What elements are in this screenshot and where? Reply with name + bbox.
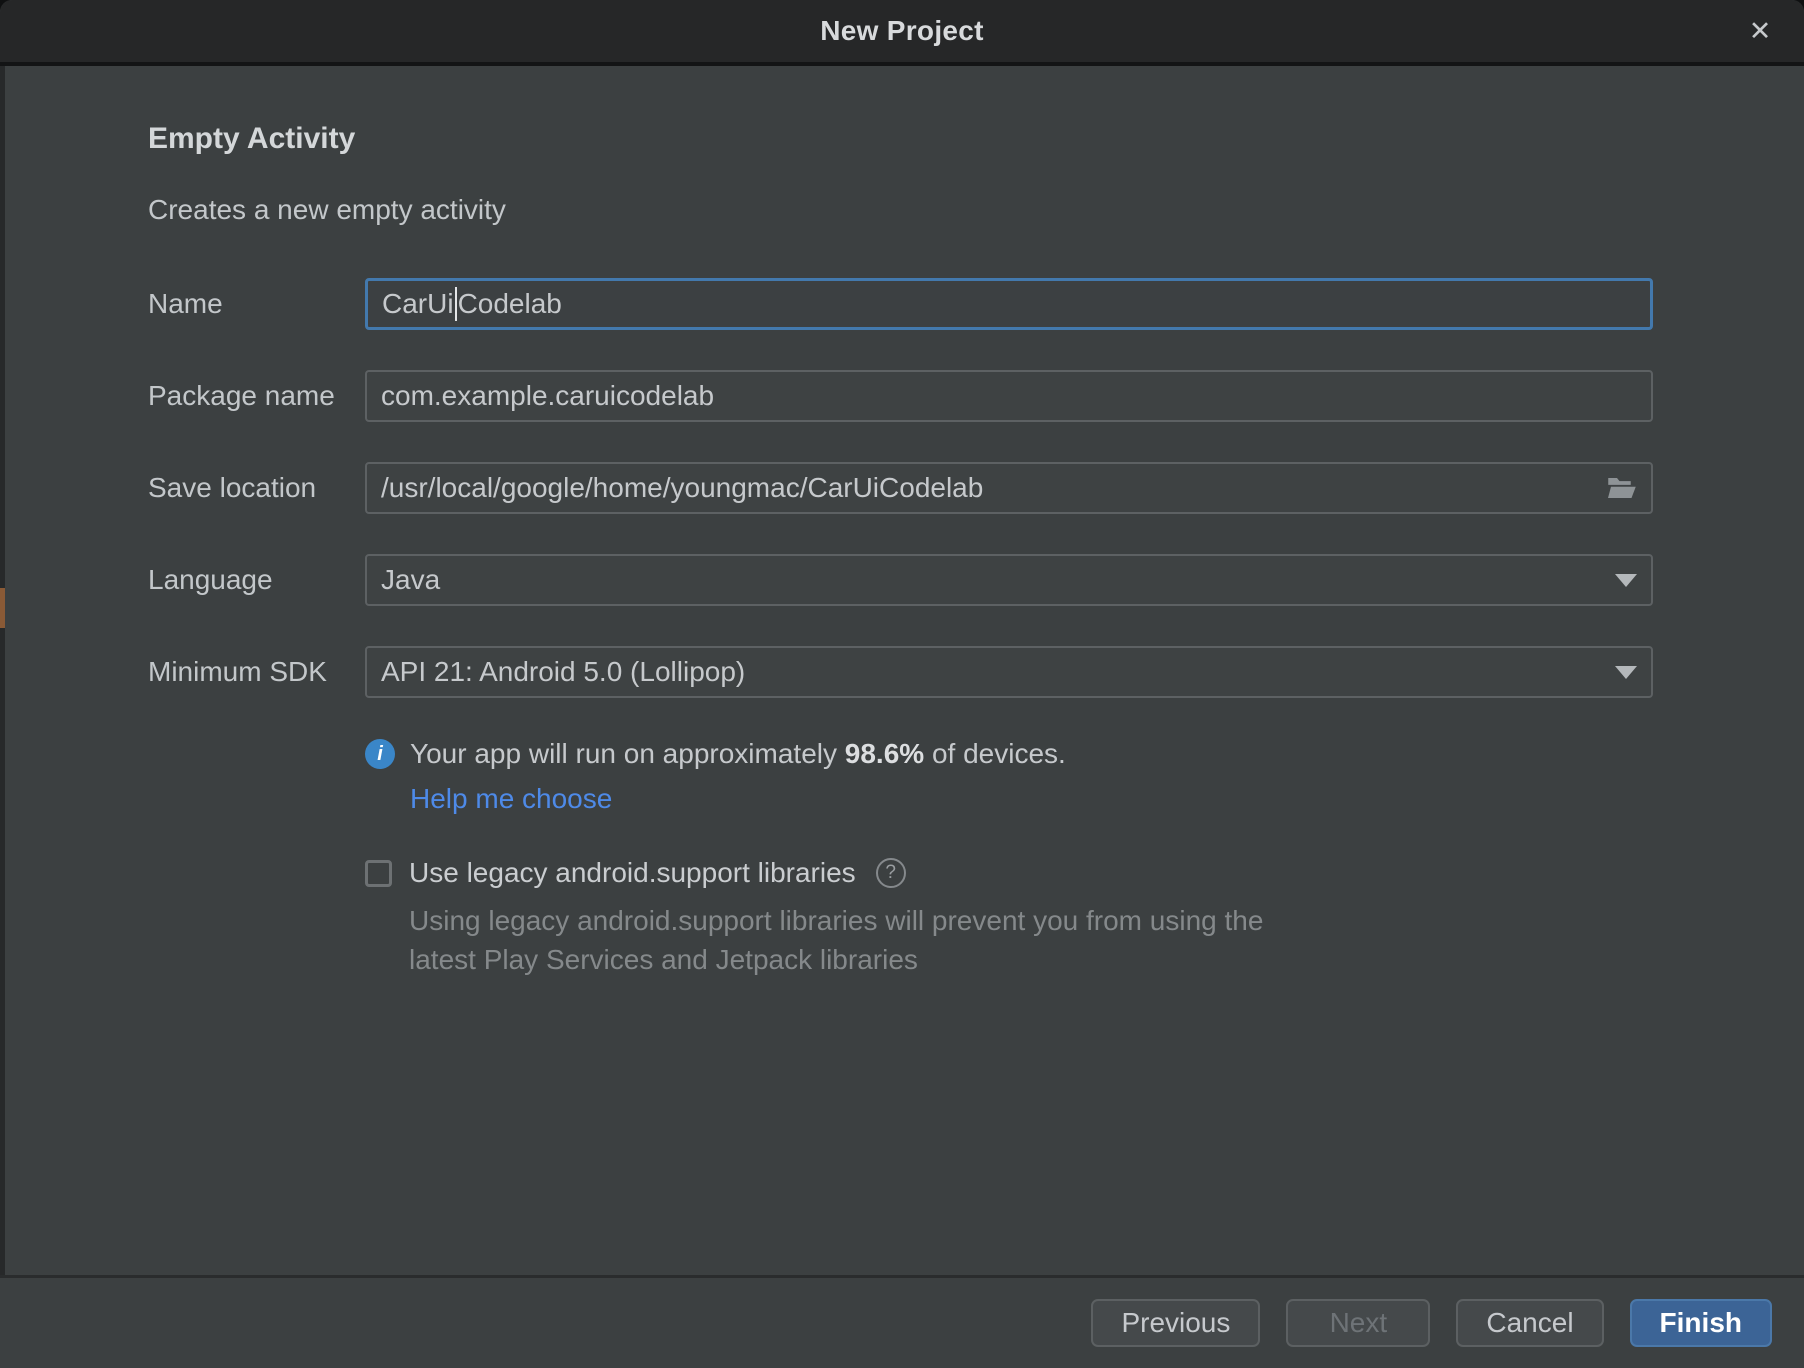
help-question-icon[interactable]: ?	[876, 858, 906, 888]
next-button[interactable]: Next	[1286, 1299, 1430, 1347]
text-caret	[455, 287, 457, 321]
legacy-checkbox-row: Use legacy android.support libraries ?	[365, 857, 1804, 889]
language-label: Language	[148, 564, 365, 596]
close-icon[interactable]: ✕	[1736, 0, 1784, 62]
save-location-input[interactable]: /usr/local/google/home/youngmac/CarUiCod…	[365, 462, 1653, 514]
language-row: Language Java	[148, 554, 1804, 606]
name-value-before-caret: CarUi	[382, 288, 454, 320]
page-subtitle: Creates a new empty activity	[148, 194, 1804, 226]
legacy-libraries-block: Use legacy android.support libraries ? U…	[365, 857, 1804, 979]
sdk-info-percent: 98.6%	[845, 738, 924, 770]
name-value-after-caret: Codelab	[458, 288, 562, 320]
minimum-sdk-row: Minimum SDK API 21: Android 5.0 (Lollipo…	[148, 646, 1804, 698]
language-dropdown[interactable]: Java	[365, 554, 1653, 606]
save-location-label: Save location	[148, 472, 365, 504]
package-name-input[interactable]: com.example.caruicodelab	[365, 370, 1653, 422]
new-project-dialog: New Project ✕ Empty Activity Creates a n…	[0, 0, 1804, 1368]
previous-button[interactable]: Previous	[1091, 1299, 1260, 1347]
language-value: Java	[381, 564, 440, 596]
name-label: Name	[148, 288, 365, 320]
legacy-description: Using legacy android.support libraries w…	[409, 901, 1309, 979]
minimum-sdk-label: Minimum SDK	[148, 656, 365, 688]
package-name-row: Package name com.example.caruicodelab	[148, 370, 1804, 422]
folder-open-icon[interactable]	[1607, 475, 1637, 501]
cancel-button[interactable]: Cancel	[1456, 1299, 1603, 1347]
sdk-info-line: i Your app will run on approximately 98.…	[365, 738, 1804, 770]
sdk-info-block: i Your app will run on approximately 98.…	[365, 738, 1804, 815]
package-name-label: Package name	[148, 380, 365, 412]
page-title: Empty Activity	[148, 122, 1804, 156]
save-location-row: Save location /usr/local/google/home/you…	[148, 462, 1804, 514]
legacy-checkbox-label: Use legacy android.support libraries	[409, 857, 856, 889]
name-row: Name CarUi Codelab	[148, 278, 1804, 330]
minimum-sdk-dropdown[interactable]: API 21: Android 5.0 (Lollipop)	[365, 646, 1653, 698]
save-location-value: /usr/local/google/home/youngmac/CarUiCod…	[381, 472, 983, 504]
sdk-info-text-suffix: of devices.	[924, 738, 1066, 770]
minimum-sdk-value: API 21: Android 5.0 (Lollipop)	[381, 656, 745, 688]
finish-button[interactable]: Finish	[1630, 1299, 1772, 1347]
titlebar: New Project ✕	[0, 0, 1804, 66]
help-me-choose-link[interactable]: Help me choose	[410, 783, 612, 815]
footer-button-bar: Previous Next Cancel Finish	[0, 1275, 1804, 1368]
dialog-content: Empty Activity Creates a new empty activ…	[0, 66, 1804, 979]
dialog-title: New Project	[0, 0, 1804, 62]
name-input[interactable]: CarUi Codelab	[365, 278, 1653, 330]
sdk-info-text-prefix: Your app will run on approximately	[410, 738, 845, 770]
chevron-down-icon	[1615, 574, 1637, 587]
legacy-libraries-checkbox[interactable]	[365, 860, 392, 887]
package-name-value: com.example.caruicodelab	[381, 380, 714, 412]
info-icon: i	[365, 739, 395, 769]
chevron-down-icon	[1615, 666, 1637, 679]
